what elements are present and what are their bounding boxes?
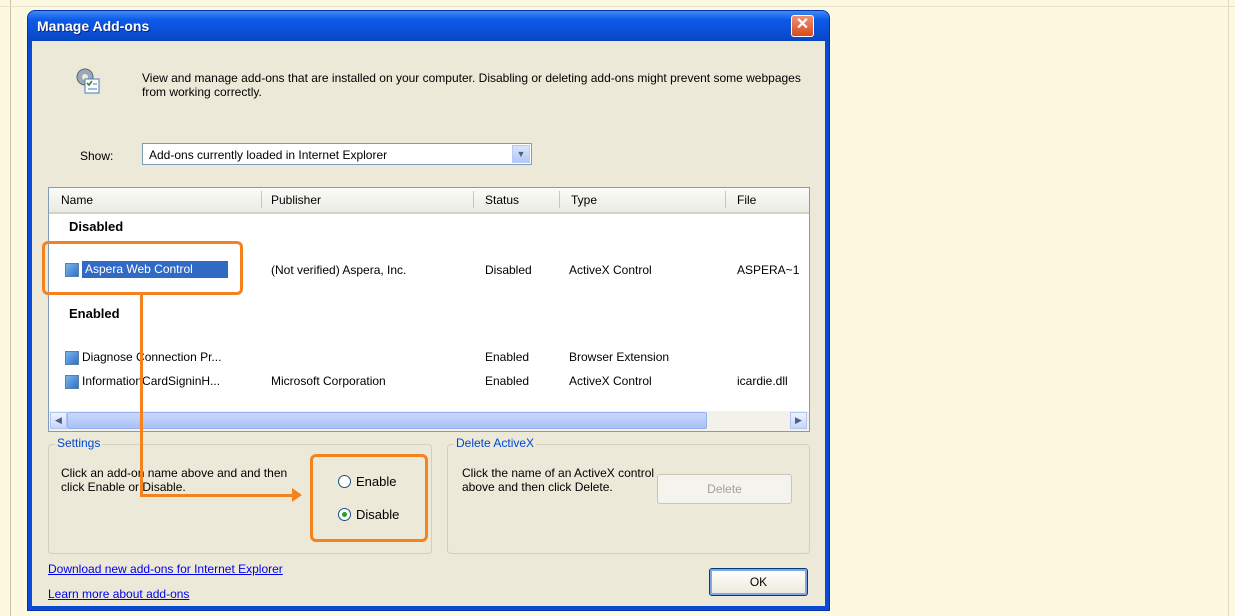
horizontal-scrollbar[interactable]: ◀ ▶ bbox=[49, 411, 809, 431]
row-status: Enabled bbox=[485, 350, 530, 364]
delete-activex-instructions: Click the name of an ActiveX control abo… bbox=[462, 466, 655, 494]
scroll-left-icon[interactable]: ◀ bbox=[50, 412, 67, 429]
page-top-line bbox=[0, 6, 1235, 7]
add-ons-gear-checklist-icon bbox=[76, 68, 100, 94]
column-divider[interactable] bbox=[559, 191, 560, 208]
column-header-publisher[interactable]: Publisher bbox=[271, 193, 321, 207]
column-header-file[interactable]: File bbox=[737, 193, 756, 207]
delete-button[interactable]: Delete bbox=[657, 474, 792, 504]
row-status: Enabled bbox=[485, 374, 530, 388]
browser-extension-icon bbox=[65, 351, 79, 365]
page-border-left bbox=[10, 0, 11, 616]
group-label-disabled: Disabled bbox=[69, 219, 124, 234]
highlight-box-radio bbox=[310, 454, 428, 542]
column-divider[interactable] bbox=[473, 191, 474, 208]
column-header-name[interactable]: Name bbox=[61, 193, 93, 207]
scroll-right-icon[interactable]: ▶ bbox=[790, 412, 807, 429]
delete-activex-group-title: Delete ActiveX bbox=[454, 436, 537, 450]
ok-button[interactable]: OK bbox=[709, 568, 808, 596]
show-label: Show: bbox=[80, 149, 114, 163]
page-border-right bbox=[1228, 0, 1229, 616]
show-dropdown-value: Add-ons currently loaded in Internet Exp… bbox=[149, 148, 388, 162]
row-file: ASPERA~1 bbox=[737, 263, 800, 277]
row-type: ActiveX Control bbox=[569, 263, 652, 277]
window-title: Manage Add-ons bbox=[37, 18, 150, 34]
dialog-client-area: View and manage add-ons that are install… bbox=[32, 41, 825, 606]
column-divider[interactable] bbox=[725, 191, 726, 208]
close-button[interactable]: ✕ bbox=[791, 15, 814, 37]
highlight-box-addon bbox=[42, 241, 243, 295]
activex-control-icon bbox=[65, 375, 79, 389]
callout-line-vertical bbox=[140, 295, 143, 496]
row-publisher: Microsoft Corporation bbox=[271, 374, 386, 388]
column-header-status[interactable]: Status bbox=[485, 193, 519, 207]
scrollbar-thumb[interactable] bbox=[67, 412, 707, 429]
row-type: ActiveX Control bbox=[569, 374, 652, 388]
header-description: View and manage add-ons that are install… bbox=[142, 71, 801, 99]
delete-activex-group: Delete ActiveX Click the name of an Acti… bbox=[447, 436, 810, 554]
chevron-down-icon[interactable]: ▼ bbox=[512, 145, 530, 163]
settings-instructions: Click an add-on name above and and then … bbox=[61, 466, 288, 494]
title-bar[interactable]: Manage Add-ons ✕ bbox=[28, 11, 829, 41]
row-file: icardie.dll bbox=[737, 374, 788, 388]
group-label-enabled: Enabled bbox=[69, 306, 120, 321]
row-publisher: (Not verified) Aspera, Inc. bbox=[271, 263, 407, 277]
row-name[interactable]: InformationCardSigninH... bbox=[82, 374, 220, 388]
learn-more-link[interactable]: Learn more about add-ons bbox=[48, 587, 189, 601]
callout-line-horizontal bbox=[140, 494, 292, 497]
column-divider[interactable] bbox=[261, 191, 262, 208]
addons-list[interactable]: Name Publisher Status Type File Disabled… bbox=[48, 187, 810, 432]
list-header: Name Publisher Status Type File bbox=[49, 188, 809, 214]
column-header-type[interactable]: Type bbox=[571, 193, 597, 207]
manage-addons-window: Manage Add-ons ✕ View and manage add-ons… bbox=[28, 11, 829, 610]
row-name[interactable]: Diagnose Connection Pr... bbox=[82, 350, 221, 364]
row-status: Disabled bbox=[485, 263, 532, 277]
show-dropdown[interactable]: Add-ons currently loaded in Internet Exp… bbox=[142, 143, 532, 165]
settings-group-title: Settings bbox=[55, 436, 103, 450]
download-addons-link[interactable]: Download new add-ons for Internet Explor… bbox=[48, 562, 283, 576]
row-type: Browser Extension bbox=[569, 350, 670, 364]
callout-arrow-icon bbox=[292, 488, 302, 502]
